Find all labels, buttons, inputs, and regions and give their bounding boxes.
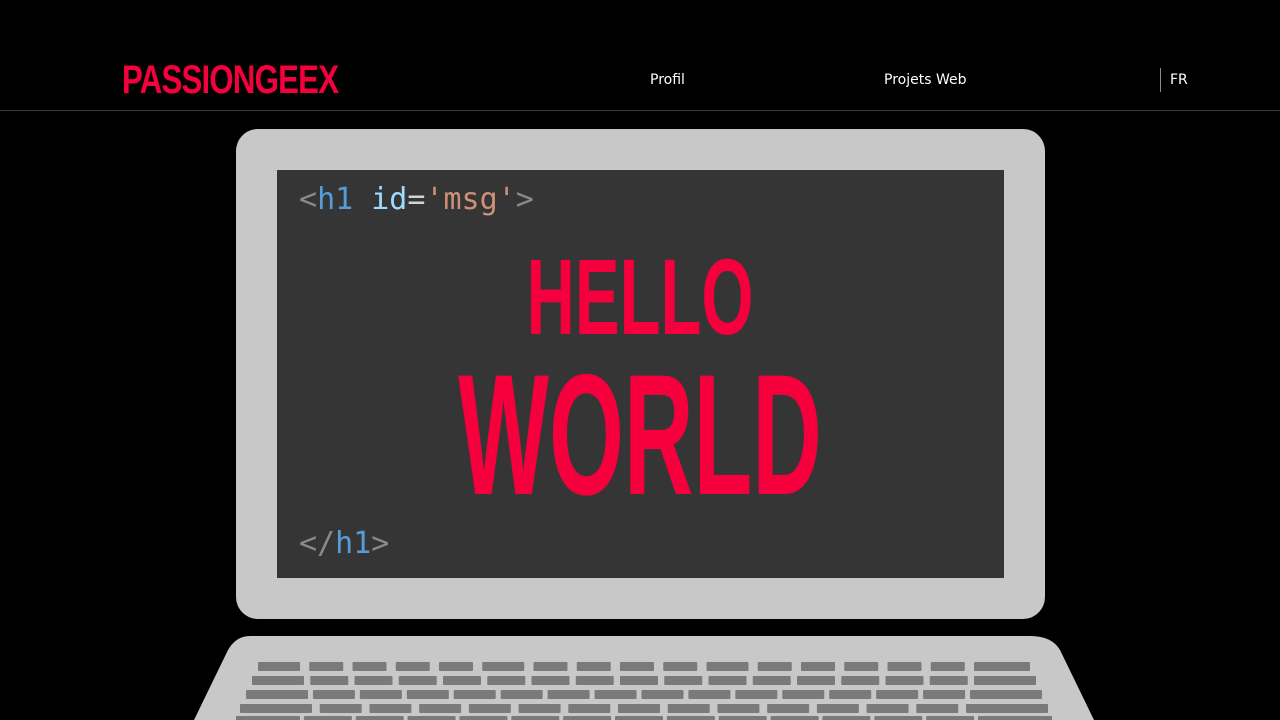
keyboard-key	[615, 716, 663, 720]
hello-world-headline: HELLO WORLD	[458, 238, 822, 531]
nav-link-profil[interactable]: Profil	[650, 71, 685, 89]
keyboard-key	[688, 690, 731, 699]
keyboard-key	[547, 690, 590, 699]
keyboard-key	[974, 662, 1030, 671]
keyboard-key	[966, 704, 1048, 713]
keyboard-key	[369, 704, 412, 713]
keyboard-key	[453, 690, 496, 699]
site-logo[interactable]: PASSIONGEEX	[122, 56, 339, 104]
keyboard-key	[531, 676, 570, 685]
keyboard-key	[407, 716, 456, 720]
keyboard-key	[618, 704, 660, 713]
keyboard-key	[770, 716, 819, 720]
keyboard-key	[706, 662, 749, 671]
keyboard-key	[757, 662, 792, 671]
keyboard-key	[359, 690, 402, 699]
keyboard-key	[303, 716, 352, 720]
keyboard-key	[443, 676, 481, 685]
headline-world: WORLD	[458, 339, 822, 531]
keyboard-key	[874, 716, 923, 720]
keyboard-key	[568, 704, 611, 713]
keyboard-key	[876, 690, 919, 699]
keyboard-key	[468, 704, 511, 713]
keyboard-key	[354, 676, 393, 685]
keyboard-key	[319, 704, 362, 713]
keyboard-keys	[236, 662, 1052, 720]
keyboard-key	[816, 704, 859, 713]
keyboard-key	[666, 716, 715, 720]
keyboard-key	[926, 716, 975, 720]
keyboard-key	[236, 716, 300, 720]
keyboard-key	[620, 662, 654, 671]
keyboard-key	[797, 676, 835, 685]
keyboard-key	[258, 662, 300, 671]
keyboard-key	[439, 662, 473, 671]
keyboard-key	[620, 676, 658, 685]
keyboard-key	[576, 662, 611, 671]
keyboard-key	[419, 704, 462, 713]
keyboard-key	[575, 676, 614, 685]
keyboard-key	[240, 704, 312, 713]
keyboard-key	[641, 690, 684, 699]
keyboard-key	[312, 690, 355, 699]
code-close-tag: </h1>	[299, 526, 389, 562]
keyboard-key	[352, 662, 387, 671]
keyboard-key	[487, 676, 526, 685]
keyboard-key	[511, 716, 560, 720]
keyboard-key	[866, 704, 909, 713]
keyboard-key	[717, 704, 760, 713]
keyboard-key	[923, 690, 966, 699]
keyboard-key	[310, 676, 349, 685]
keyboard-key	[518, 704, 561, 713]
keyboard-key	[500, 690, 543, 699]
site-header: PASSIONGEEX Profil Projets Web FR	[0, 0, 1280, 111]
page: PASSIONGEEX Profil Projets Web FR <h1 id…	[0, 0, 1280, 720]
keyboard-key	[885, 676, 924, 685]
nav-link-projets-web[interactable]: Projets Web	[884, 71, 966, 89]
keyboard-key	[767, 704, 810, 713]
keyboard-key	[974, 676, 1036, 685]
code-bracket: >	[371, 526, 390, 561]
keyboard-key	[887, 662, 922, 671]
keyboard-key	[406, 690, 449, 699]
laptop-screen: <h1 id='msg'> HELLO WORLD </h1>	[277, 170, 1004, 578]
keyboard-key	[708, 676, 747, 685]
keyboard-key	[246, 690, 308, 699]
keyboard-key	[822, 716, 871, 720]
keyboard-key	[841, 676, 880, 685]
keyboard-key	[929, 676, 968, 685]
keyboard-key	[735, 690, 778, 699]
keyboard-key	[829, 690, 872, 699]
keyboard-key	[718, 716, 767, 720]
keyboard-key	[482, 662, 525, 671]
keyboard-key	[916, 704, 959, 713]
keyboard-key	[663, 662, 698, 671]
keyboard-key	[563, 716, 612, 720]
keyboard-key	[844, 662, 879, 671]
keyboard-key	[664, 676, 703, 685]
keyboard-key	[355, 716, 404, 720]
keyboard-key	[398, 676, 437, 685]
keyboard-key	[459, 716, 508, 720]
keyboard-key	[395, 662, 430, 671]
keyboard-key	[978, 716, 1052, 720]
keyboard-key	[667, 704, 710, 713]
keyboard-key	[970, 690, 1042, 699]
language-divider	[1160, 68, 1161, 92]
code-bracket: </	[299, 526, 336, 561]
keyboard-key	[782, 690, 825, 699]
keyboard-deck	[194, 636, 1094, 720]
keyboard-key	[252, 676, 304, 685]
keyboard-key	[533, 662, 568, 671]
language-switch[interactable]: FR	[1170, 71, 1188, 89]
keyboard-key	[930, 662, 965, 671]
code-tag-name: h1	[335, 526, 372, 561]
keyboard-key	[752, 676, 791, 685]
keyboard-key	[594, 690, 637, 699]
keyboard-key	[801, 662, 835, 671]
keyboard-key	[309, 662, 344, 671]
